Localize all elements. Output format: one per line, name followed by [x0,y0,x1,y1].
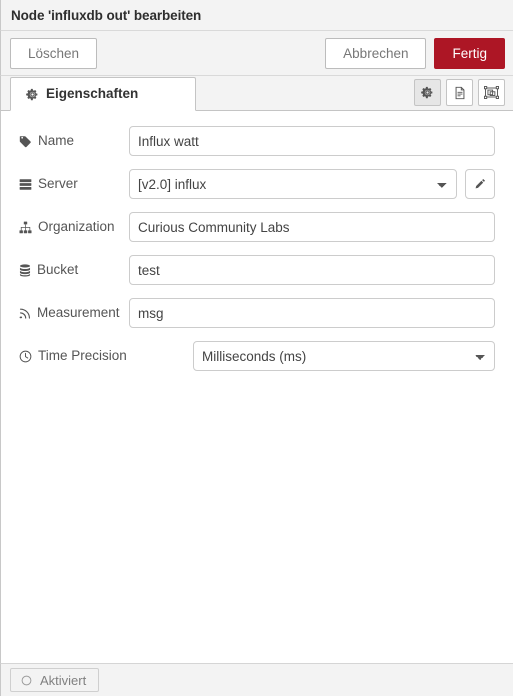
description-icon-button[interactable] [446,79,473,106]
organization-label-group: Organization [19,220,129,234]
form-row-measurement: Measurement [19,298,495,328]
time-precision-label: Time Precision [38,348,127,364]
circle-icon [21,675,32,686]
edit-server-button[interactable] [465,169,495,199]
gear-icon [421,86,434,99]
tab-strip: Eigenschaften [0,76,513,111]
organization-field-wrapper [129,212,495,242]
clock-icon [19,350,32,363]
tab-properties-label: Eigenschaften [46,86,139,102]
cancel-button[interactable]: Abbrechen [325,37,427,69]
server-label-group: Server [19,177,129,191]
server-field-wrapper: [v2.0] influx [129,169,457,199]
name-field-wrapper [129,126,495,156]
document-icon [453,86,467,100]
server-select[interactable]: [v2.0] influx [129,169,457,199]
server-icon [19,178,32,191]
pencil-icon [474,178,486,190]
tab-properties[interactable]: Eigenschaften [10,77,196,111]
dialog-title: Node 'influxdb out' bearbeiten [11,7,202,23]
organization-input[interactable] [129,212,495,242]
dialog-action-bar: Löschen Abbrechen Fertig [0,31,513,76]
sitemap-icon [19,221,32,234]
time-precision-field-wrapper: Milliseconds (ms) [193,341,495,371]
name-label-group: Name [19,134,129,148]
measurement-label-group: Measurement [19,306,129,320]
name-input[interactable] [129,126,495,156]
rss-icon [19,307,31,320]
dialog-titlebar: Node 'influxdb out' bearbeiten [0,0,513,31]
dialog-body: Name Server [0,111,513,663]
organization-label: Organization [38,219,115,235]
done-button[interactable]: Fertig [434,37,505,69]
form-row-organization: Organization [19,212,495,242]
measurement-label: Measurement [37,305,120,321]
appearance-icon-button[interactable] [478,79,505,106]
tab-icon-button-group [414,79,505,106]
server-label: Server [38,176,78,192]
form-row-bucket: Bucket [19,255,495,285]
bucket-field-wrapper [129,255,495,285]
form-row-name: Name [19,126,495,156]
form-row-server: Server [v2.0] influx [19,169,495,199]
properties-icon-button[interactable] [414,79,441,106]
bucket-label-group: Bucket [19,263,129,277]
database-icon [19,263,31,277]
time-precision-select[interactable]: Milliseconds (ms) [193,341,495,371]
name-label: Name [38,133,75,149]
bucket-input[interactable] [129,255,495,285]
measurement-input[interactable] [129,298,495,328]
bucket-label: Bucket [37,262,79,278]
properties-form: Name Server [1,126,513,371]
dialog-footer: Aktiviert [0,663,513,696]
measurement-field-wrapper [129,298,495,328]
gear-icon [26,88,39,101]
node-enabled-label: Aktiviert [40,672,87,688]
delete-button[interactable]: Löschen [10,37,98,69]
form-row-time-precision: Time Precision Milliseconds (ms) [19,341,495,371]
object-group-icon [484,85,499,100]
time-precision-label-group: Time Precision [19,349,129,363]
node-edit-dialog: Node 'influxdb out' bearbeiten Löschen A… [0,0,513,696]
node-enabled-toggle[interactable]: Aktiviert [10,668,100,692]
tag-icon [19,135,32,148]
